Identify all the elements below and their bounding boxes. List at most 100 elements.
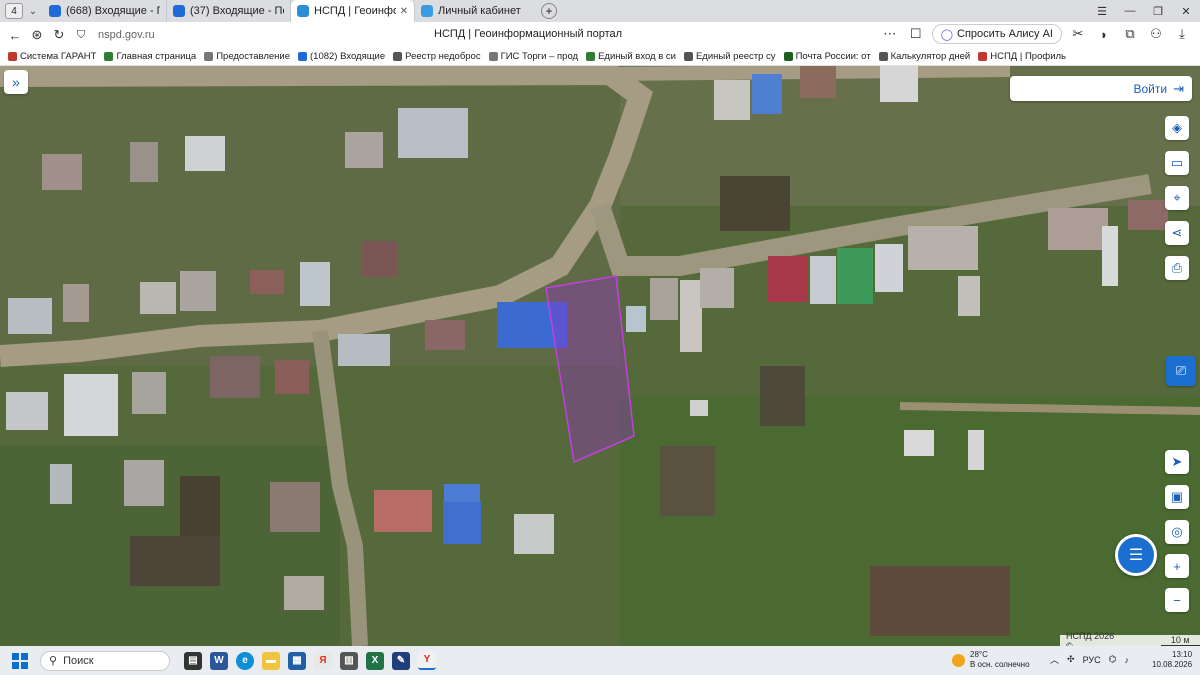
- calculator-app-icon[interactable]: ▥: [340, 651, 358, 670]
- zoom-out-button[interactable]: −: [1165, 588, 1189, 612]
- tab-label: НСПД | Геоинформаци: [314, 5, 396, 17]
- login-label[interactable]: Войти: [1134, 82, 1168, 96]
- back-arrow-icon[interactable]: ←: [4, 28, 26, 43]
- page-title: НСПД | Геоинформационный портал: [434, 28, 623, 40]
- bookmark-nspd-profile[interactable]: НСПД | Профиль: [978, 51, 1066, 62]
- expand-panel-chevrons-icon[interactable]: »: [4, 70, 28, 94]
- tab-list-chevron-icon[interactable]: ⌄: [23, 6, 43, 17]
- ask-alice-button[interactable]: ◯ Спросить Алису AI: [931, 24, 1062, 44]
- windows-start-icon[interactable]: [12, 652, 28, 669]
- yandex-home-icon[interactable]: ⊛: [26, 27, 48, 43]
- file-explorer-icon[interactable]: ▬: [262, 651, 280, 670]
- language-indicator[interactable]: РУС: [1083, 655, 1101, 665]
- bookmark-icon[interactable]: ☐: [906, 26, 926, 42]
- post-favicon-icon: [783, 52, 793, 61]
- satellite-map[interactable]: » Войти ⇥ ◈ ▭ ⌖ ⋖ ⎙ ⎚ ➤ ▣ ◎ + − ☰ НСПД 2…: [0, 66, 1200, 646]
- window-controls: ☰ — ❐ ✕: [1088, 0, 1200, 22]
- menu-icon[interactable]: ☰: [1088, 5, 1116, 18]
- yandex-browser-icon[interactable]: Я: [314, 651, 332, 670]
- task-view-icon[interactable]: ▤: [184, 651, 202, 670]
- locate-pin-icon[interactable]: ◎: [1165, 520, 1189, 544]
- bookmark-garant[interactable]: Система ГАРАНТ: [8, 51, 96, 62]
- tab-count-badge[interactable]: 4: [5, 3, 23, 19]
- sun-icon: [952, 653, 965, 667]
- bookmark-registry[interactable]: Реестр недоброс: [393, 51, 481, 62]
- bookmark-label: Единый вход в си: [598, 51, 676, 62]
- map-attribution-bar: НСПД 2026 © 10 м: [1060, 631, 1200, 646]
- share-icon[interactable]: ⋖: [1165, 221, 1189, 245]
- minimize-icon[interactable]: —: [1116, 5, 1144, 17]
- bookmark-home-page[interactable]: Главная страница: [104, 51, 196, 62]
- word-app-icon[interactable]: W: [210, 651, 228, 670]
- vpn-icon[interactable]: ◗: [1094, 27, 1114, 42]
- reload-icon[interactable]: ↻: [48, 27, 70, 43]
- unified-registry-favicon-icon: [683, 52, 693, 61]
- edge-app-icon[interactable]: e: [236, 651, 254, 670]
- download-icon[interactable]: ⤓: [1172, 26, 1192, 42]
- chevron-up-icon[interactable]: ︿: [1050, 653, 1059, 666]
- address-bar-actions: ⋯ ☐ ◯ Спросить Алису AI ✂ ◗ ⧉ ⚇ ⤓: [880, 24, 1192, 44]
- snipping-tool-icon[interactable]: ✎: [392, 651, 410, 670]
- search-placeholder: Поиск: [63, 654, 94, 667]
- picture-in-picture-icon[interactable]: ▣: [1165, 485, 1189, 509]
- bookmark-torgi[interactable]: ГИС Торги – прод: [488, 51, 578, 62]
- login-arrow-icon[interactable]: ⇥: [1173, 81, 1184, 97]
- ruler-icon[interactable]: ▭: [1165, 151, 1189, 175]
- store-app-icon[interactable]: ▦: [288, 651, 306, 670]
- nspd-favicon-icon: [297, 5, 309, 17]
- navigation-arrow-icon[interactable]: ➤: [1165, 450, 1189, 474]
- bookmark-label: Система ГАРАНТ: [20, 51, 97, 62]
- scale-bar: 10 м: [1160, 635, 1200, 646]
- browser-tab-nspd[interactable]: НСПД | Геоинформаци ✕: [291, 0, 415, 22]
- provision-favicon-icon: [204, 52, 214, 61]
- url-field[interactable]: nspd.gov.ru: [98, 29, 328, 41]
- weather-description: В осн. солнечно: [970, 660, 1030, 669]
- system-clock[interactable]: 13:10 10.08.2026: [1152, 650, 1192, 670]
- bookmarks-bar: Система ГАРАНТ Главная страница Предоста…: [0, 48, 1200, 66]
- copyright-text: НСПД 2026 ©: [1066, 630, 1115, 647]
- volume-icon[interactable]: ♪: [1124, 655, 1129, 665]
- gosuslugi-favicon-icon: [104, 52, 114, 61]
- browser-tab-strip: 4 ⌄ (668) Входящие - Почта М (37) Входящ…: [0, 0, 1200, 22]
- more-dots-icon[interactable]: ⋯: [880, 26, 900, 42]
- network-app-icon[interactable]: ✣: [1067, 654, 1075, 665]
- print-icon[interactable]: ⎙: [1165, 256, 1189, 280]
- excel-app-icon[interactable]: X: [366, 651, 384, 670]
- bookmark-day-calculator[interactable]: Калькулятор дней: [878, 51, 971, 62]
- bookmark-label: Реестр недоброс: [405, 51, 481, 62]
- bookmark-single-sign-on[interactable]: Единый вход в си: [586, 51, 676, 62]
- new-tab-plus-icon[interactable]: +: [541, 3, 557, 19]
- browser-tab-mail-1[interactable]: (668) Входящие - Почта М: [43, 0, 167, 22]
- bookmark-label: Предоставление: [216, 51, 290, 62]
- monitor-feature-icon[interactable]: ⎚: [1166, 356, 1196, 386]
- screen: 4 ⌄ (668) Входящие - Почта М (37) Входящ…: [0, 0, 1200, 675]
- bookmark-unified-registry[interactable]: Единый реестр су: [683, 51, 776, 62]
- zoom-in-button[interactable]: +: [1165, 554, 1189, 578]
- browser-tab-mail-2[interactable]: (37) Входящие - Почта М: [167, 0, 291, 22]
- select-area-icon[interactable]: ⌖: [1165, 186, 1189, 210]
- bookmark-inbox[interactable]: (1082) Входящие: [298, 51, 385, 62]
- restore-icon[interactable]: ❐: [1144, 5, 1172, 18]
- system-tray: ︿ ✣ РУС ⌬ ♪: [1050, 653, 1129, 666]
- login-bar[interactable]: Войти ⇥: [1010, 76, 1192, 101]
- tools-icon[interactable]: ✂: [1068, 26, 1088, 42]
- satellite-imagery[interactable]: [0, 66, 1200, 646]
- browser-tab-cabinet[interactable]: Личный кабинет: [415, 0, 533, 22]
- extensions-icon[interactable]: ⧉: [1120, 26, 1140, 42]
- close-window-icon[interactable]: ✕: [1172, 5, 1200, 18]
- bookmark-russian-post[interactable]: Почта России: от: [783, 51, 871, 62]
- profile-icon[interactable]: ⚇: [1146, 26, 1166, 42]
- bookmark-label: Калькулятор дней: [890, 51, 971, 62]
- sso-favicon-icon: [586, 52, 596, 61]
- alice-icon: ◯: [940, 28, 954, 41]
- layers-icon[interactable]: ◈: [1165, 116, 1189, 140]
- wifi-icon[interactable]: ⌬: [1109, 654, 1117, 665]
- yandex-app-icon[interactable]: Y: [418, 651, 436, 670]
- close-tab-icon[interactable]: ✕: [400, 6, 408, 17]
- taskbar-search-field[interactable]: ⚲ Поиск: [40, 650, 170, 671]
- chat-support-icon[interactable]: ☰: [1115, 534, 1157, 576]
- site-info-icon[interactable]: ⛉: [70, 29, 92, 42]
- bookmark-provision[interactable]: Предоставление: [204, 51, 290, 62]
- weather-widget[interactable]: 28°C В осн. солнечно: [952, 650, 1030, 670]
- search-icon: ⚲: [49, 655, 58, 667]
